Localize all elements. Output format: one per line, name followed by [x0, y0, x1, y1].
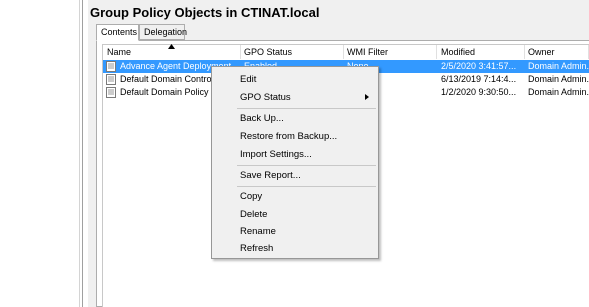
- cell-modified: 1/2/2020 9:30:50...: [441, 87, 517, 97]
- menu-item-delete[interactable]: Delete: [213, 206, 377, 223]
- menu-item-edit[interactable]: Edit: [213, 71, 377, 88]
- column-header-owner[interactable]: Owner: [528, 45, 589, 59]
- menu-item-import-settings[interactable]: Import Settings...: [213, 146, 377, 163]
- column-header-gpo-status[interactable]: GPO Status: [244, 45, 344, 59]
- menu-item-refresh[interactable]: Refresh: [213, 240, 377, 257]
- menu-item-gpo-status[interactable]: GPO Status: [213, 89, 377, 106]
- console-tree-pane: [0, 0, 83, 307]
- cell-owner: Domain Admin...: [528, 87, 589, 97]
- submenu-arrow-icon: [365, 94, 369, 100]
- column-header-wmi-filter[interactable]: WMI Filter: [347, 45, 437, 59]
- cell-modified: 2/5/2020 3:41:57...: [441, 61, 517, 71]
- cell-owner: Domain Admin...: [528, 61, 589, 71]
- context-menu: Edit GPO Status Back Up... Restore from …: [211, 66, 379, 259]
- menu-item-save-report[interactable]: Save Report...: [213, 167, 377, 184]
- gpo-document-icon: [106, 87, 116, 98]
- tab-delegation[interactable]: Delegation: [139, 24, 187, 40]
- gpo-document-icon: [106, 74, 116, 85]
- menu-item-back-up[interactable]: Back Up...: [213, 110, 377, 127]
- pane-divider: [79, 0, 80, 307]
- menu-separator: [237, 108, 376, 109]
- cell-owner: Domain Admin...: [528, 74, 589, 84]
- page-title: Group Policy Objects in CTINAT.local: [90, 5, 320, 20]
- menu-item-restore-from-backup[interactable]: Restore from Backup...: [213, 128, 377, 145]
- menu-item-copy[interactable]: Copy: [213, 188, 377, 205]
- column-header-modified[interactable]: Modified: [441, 45, 525, 59]
- menu-separator: [237, 165, 376, 166]
- menu-separator: [237, 186, 376, 187]
- gpo-document-icon: [106, 61, 116, 72]
- tab-contents[interactable]: Contents: [96, 24, 139, 41]
- menu-item-rename[interactable]: Rename: [213, 223, 377, 240]
- cell-modified: 6/13/2019 7:14:4...: [441, 74, 517, 84]
- sort-ascending-icon: [168, 44, 175, 51]
- menu-item-gpo-status-label: GPO Status: [240, 92, 291, 103]
